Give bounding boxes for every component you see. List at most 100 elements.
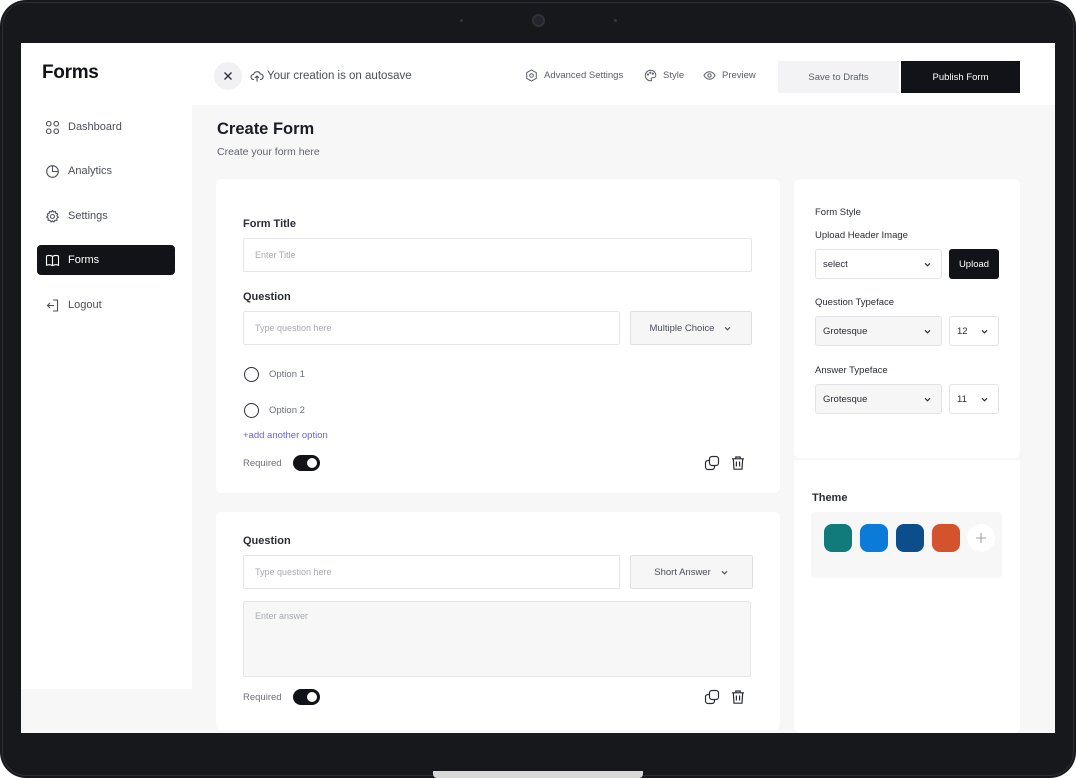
autosave-text: Your creation is on autosave [267,70,412,82]
sidebar-item-label: Settings [68,210,108,222]
answer-size-select[interactable]: 11 [949,384,999,414]
sidebar: Forms Dashboard Analytics Settings Forms… [21,43,192,689]
sidebar-item-label: Analytics [68,165,113,177]
copy-icon [704,455,720,471]
page-subtitle: Create your form here [217,146,320,158]
style-link[interactable]: Style [644,69,684,82]
add-option-link[interactable]: +add another option [243,430,328,441]
gear-icon [45,209,60,224]
sidebar-item-dashboard[interactable]: Dashboard [37,112,175,142]
question-font-value: Grotesque [823,325,868,337]
option-1-radio[interactable] [244,367,259,382]
chevron-down-icon [723,324,732,333]
question-card-multiple-choice: Form Title Question Multiple Choice Opti… [216,179,780,493]
answer-typeface-label: Answer Typeface [815,365,888,376]
answer-font-select[interactable]: Grotesque [815,384,942,414]
brand-logo: Forms [42,62,99,83]
device-foot [433,771,643,778]
theme-swatch-orange[interactable] [932,524,960,552]
delete-button[interactable] [729,688,747,706]
theme-swatch-navy[interactable] [896,524,924,552]
theme-panel: Theme [794,460,1020,733]
question-typeface-label: Question Typeface [815,297,895,308]
option-1-label: Option 1 [269,369,305,380]
answer-textarea[interactable] [243,601,751,677]
sensor-dot [460,19,463,22]
question-label: Question [243,291,291,303]
close-icon [223,71,233,81]
upload-button[interactable]: Upload [949,249,999,279]
grid-icon [45,120,60,135]
plus-icon [975,532,987,544]
required-label: Required [243,692,282,703]
sensor-dot [614,19,617,22]
duplicate-button[interactable] [703,454,721,472]
question-type-value: Short Answer [654,566,711,578]
sidebar-item-forms[interactable]: Forms [37,245,175,275]
option-2-label: Option 2 [269,405,305,416]
sidebar-item-analytics[interactable]: Analytics [37,156,175,186]
theme-swatch-blue[interactable] [860,524,888,552]
preview-link[interactable]: Preview [703,69,756,82]
theme-swatch-teal[interactable] [824,524,852,552]
form-title-label: Form Title [243,218,296,230]
question-type-select[interactable]: Short Answer [630,555,753,589]
chevron-down-icon [980,395,989,404]
copy-icon [704,689,720,705]
advanced-settings-link[interactable]: Advanced Settings [525,69,623,82]
question-font-select[interactable]: Grotesque [815,316,942,346]
trash-icon [730,455,746,471]
theme-label: Theme [812,492,848,504]
answer-size-value: 11 [957,393,967,405]
top-bar: Your creation is on autosave Advanced Se… [192,43,1055,105]
chevron-down-icon [923,260,932,269]
header-image-value: select [823,258,848,270]
close-button[interactable] [214,62,242,90]
header-image-select[interactable]: select [815,249,942,279]
upload-header-label: Upload Header Image [815,230,908,241]
sidebar-item-label: Dashboard [68,121,122,133]
advanced-settings-label: Advanced Settings [544,70,624,81]
delete-button[interactable] [729,454,747,472]
required-toggle[interactable] [293,689,320,705]
logout-icon [45,298,60,313]
theme-swatches [811,512,1002,578]
question-type-select[interactable]: Multiple Choice [630,311,752,345]
required-label: Required [243,458,282,469]
trash-icon [730,689,746,705]
book-icon [45,253,60,268]
question-input[interactable] [243,311,620,345]
required-toggle[interactable] [293,455,320,471]
chevron-down-icon [923,395,932,404]
autosave-status: Your creation is on autosave [250,69,412,83]
question-input[interactable] [243,555,620,589]
save-to-drafts-button[interactable]: Save to Drafts [778,61,899,93]
tablet-frame: Forms Dashboard Analytics Settings Forms… [0,0,1076,778]
duplicate-button[interactable] [703,688,721,706]
eye-icon [703,69,716,82]
question-size-value: 12 [957,325,968,337]
question-card-short-answer: Question Short Answer Required [216,512,780,730]
pie-chart-icon [45,164,60,179]
form-style-heading: Form Style [815,207,861,218]
form-title-input[interactable] [243,238,752,272]
question-label: Question [243,535,291,547]
add-theme-button[interactable] [967,524,995,552]
settings-icon [525,69,538,82]
question-type-value: Multiple Choice [649,322,715,334]
chevron-down-icon [923,327,932,336]
option-2-radio[interactable] [244,403,259,418]
sidebar-item-label: Logout [68,299,102,311]
sidebar-item-logout[interactable]: Logout [37,290,175,320]
sidebar-item-label: Forms [68,254,100,266]
answer-font-value: Grotesque [823,393,868,405]
chevron-down-icon [980,327,989,336]
publish-form-button[interactable]: Publish Form [901,61,1020,93]
page-title: Create Form [217,120,315,138]
cloud-upload-icon [250,69,264,83]
form-style-panel: Form Style Upload Header Image select Up… [794,179,1020,458]
palette-icon [644,69,657,82]
question-size-select[interactable]: 12 [949,316,999,346]
sidebar-item-settings[interactable]: Settings [37,201,175,231]
app-screen: Forms Dashboard Analytics Settings Forms… [21,43,1055,733]
